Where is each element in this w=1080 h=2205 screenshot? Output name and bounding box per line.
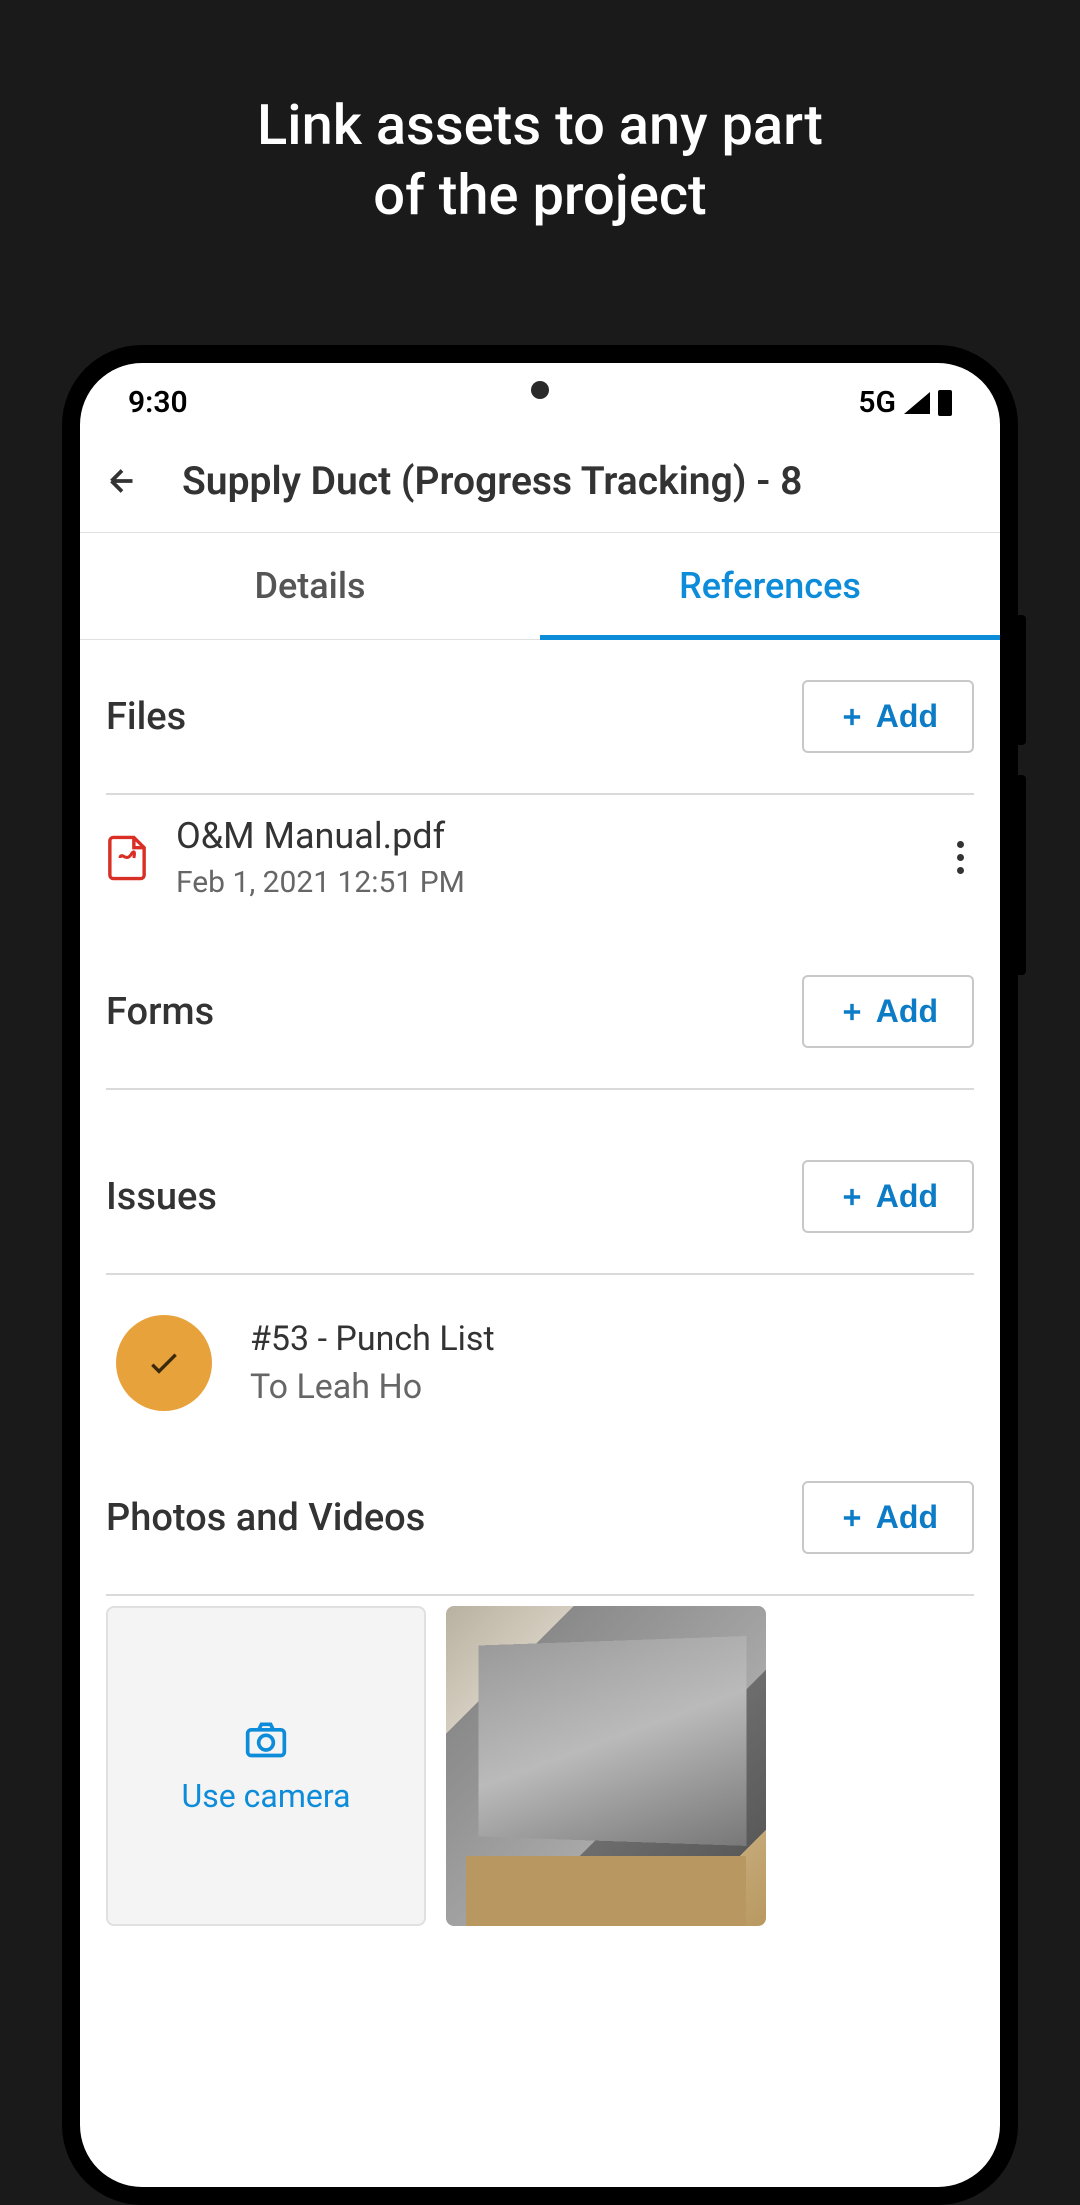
use-camera-button[interactable]: Use camera xyxy=(106,1606,426,1926)
add-issue-label: Add xyxy=(876,1178,938,1215)
section-files: Files Add O&M Manual.pd xyxy=(106,640,974,950)
tabs-container: Details References xyxy=(80,533,1000,640)
camera-label: Use camera xyxy=(182,1777,351,1815)
issue-title: #53 - Punch List xyxy=(250,1319,964,1359)
issue-info: #53 - Punch List To Leah Ho xyxy=(250,1319,964,1407)
section-header-photos: Photos and Videos Add xyxy=(106,1411,974,1596)
phone-camera-notch xyxy=(531,381,549,399)
add-photo-button[interactable]: Add xyxy=(802,1481,974,1554)
file-date: Feb 1, 2021 12:51 PM xyxy=(176,865,919,900)
section-header-issues: Issues Add xyxy=(106,1090,974,1275)
pdf-icon xyxy=(106,834,148,882)
file-more-button[interactable] xyxy=(947,831,974,884)
app-header: Supply Duct (Progress Tracking) - 8 xyxy=(80,430,1000,533)
section-title-photos: Photos and Videos xyxy=(106,1496,425,1540)
signal-icon xyxy=(904,392,930,414)
issue-assignee: To Leah Ho xyxy=(250,1367,964,1407)
promo-line-1: Link assets to any part xyxy=(257,92,823,158)
status-right: 5G xyxy=(858,385,952,420)
section-forms: Forms Add xyxy=(106,950,974,1090)
phone-screen: 9:30 5G Supply Duct (Progress Tracking) … xyxy=(80,363,1000,2187)
phone-side-button xyxy=(1018,775,1026,975)
phone-frame: 9:30 5G Supply Duct (Progress Tracking) … xyxy=(62,345,1018,2205)
add-file-label: Add xyxy=(876,698,938,735)
status-time: 9:30 xyxy=(128,385,188,420)
section-title-files: Files xyxy=(106,695,186,739)
photos-grid: Use camera xyxy=(106,1596,974,1926)
file-name: O&M Manual.pdf xyxy=(176,815,919,857)
add-form-button[interactable]: Add xyxy=(802,975,974,1048)
file-item[interactable]: O&M Manual.pdf Feb 1, 2021 12:51 PM xyxy=(106,795,974,910)
battery-icon xyxy=(938,390,952,416)
add-issue-button[interactable]: Add xyxy=(802,1160,974,1233)
content-area: Files Add O&M Manual.pd xyxy=(80,640,1000,1926)
add-file-button[interactable]: Add xyxy=(802,680,974,753)
file-info: O&M Manual.pdf Feb 1, 2021 12:51 PM xyxy=(176,815,919,900)
section-issues: Issues Add #53 - Punc xyxy=(106,1090,974,1411)
issue-item[interactable]: #53 - Punch List To Leah Ho xyxy=(106,1275,974,1411)
section-title-forms: Forms xyxy=(106,990,214,1034)
phone-side-button xyxy=(1018,615,1026,745)
add-form-label: Add xyxy=(876,993,938,1030)
tab-references[interactable]: References xyxy=(540,533,1000,639)
section-header-files: Files Add xyxy=(106,680,974,795)
section-photos: Photos and Videos Add xyxy=(106,1411,974,1926)
issue-status-badge xyxy=(116,1315,212,1411)
back-button[interactable] xyxy=(102,461,142,501)
tab-details[interactable]: Details xyxy=(80,533,540,639)
add-photo-label: Add xyxy=(876,1499,938,1536)
page-title: Supply Duct (Progress Tracking) - 8 xyxy=(182,458,802,504)
section-title-issues: Issues xyxy=(106,1175,217,1219)
section-header-forms: Forms Add xyxy=(106,950,974,1090)
photo-thumbnail[interactable] xyxy=(446,1606,766,1926)
promo-line-2: of the project xyxy=(373,162,706,228)
network-label: 5G xyxy=(858,385,896,420)
promo-heading: Link assets to any part of the project xyxy=(0,0,1080,280)
